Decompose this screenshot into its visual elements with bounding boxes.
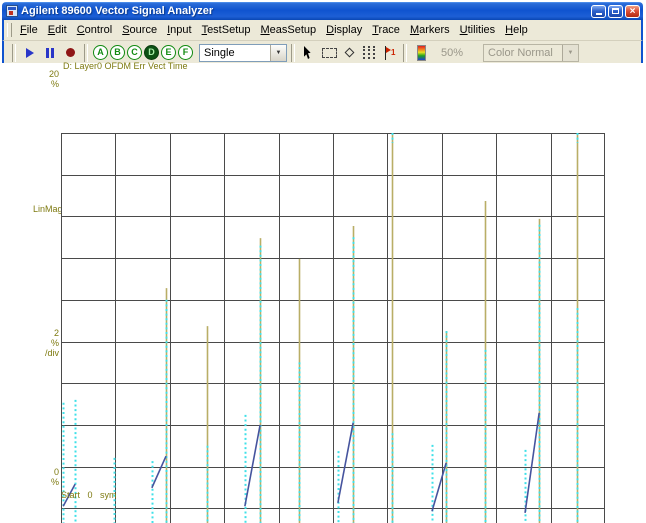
trace-register-d[interactable]: D	[144, 45, 159, 60]
y-scale-unit: %	[50, 338, 59, 348]
menu-source[interactable]: Source	[117, 22, 162, 38]
maximize-icon	[612, 8, 619, 14]
pointer-icon	[304, 46, 311, 59]
menu-utilities[interactable]: Utilities	[455, 22, 500, 38]
close-icon: ×	[629, 5, 636, 17]
pause-measurement-button[interactable]	[40, 43, 60, 62]
color-mode-select: Color Normal ▼	[483, 43, 579, 62]
marquee-icon	[321, 47, 337, 58]
toolbar-separator	[84, 43, 88, 62]
trace-register-f[interactable]: F	[178, 45, 193, 60]
trace-register-a[interactable]: A	[93, 45, 108, 60]
menu-gripper	[7, 23, 12, 37]
app-window: Agilent 89600 Vector Signal Analyzer × F…	[2, 2, 643, 65]
record-button[interactable]	[60, 43, 80, 62]
marquee-zoom-button[interactable]	[319, 43, 339, 62]
screen: Agilent 89600 Vector Signal Analyzer × F…	[0, 0, 646, 523]
maximize-button[interactable]	[608, 4, 623, 18]
app-icon	[6, 5, 18, 17]
trace-register-b[interactable]: B	[110, 45, 125, 60]
y-axis-top-unit: %	[50, 79, 59, 89]
y-axis-format-label: LinMag	[33, 204, 63, 214]
record-icon	[65, 48, 75, 57]
menu-edit[interactable]: Edit	[43, 22, 72, 38]
y-scale-value: 2	[53, 328, 59, 338]
start-measurement-button[interactable]	[20, 43, 40, 62]
menu-help[interactable]: Help	[500, 22, 533, 38]
color-scale-button[interactable]	[411, 43, 431, 62]
sweep-mode-value: Single	[204, 46, 235, 59]
chevron-down-icon: ▼	[562, 44, 578, 61]
y-axis-bottom-unit: %	[50, 477, 59, 487]
menu-trace[interactable]: Trace	[367, 22, 405, 38]
toolbar-separator	[403, 43, 407, 62]
menu-markers[interactable]: Markers	[405, 22, 455, 38]
menu-meassetup[interactable]: MeasSetup	[255, 22, 321, 38]
y-scale-per-div: /div	[44, 348, 59, 358]
chart-title: D: Layer0 OFDM Err Vect Time	[63, 61, 188, 71]
chevron-down-icon[interactable]: ▼	[270, 44, 286, 61]
marker-tool-button[interactable]: 1	[379, 43, 399, 62]
minimize-icon	[595, 13, 602, 15]
menu-display[interactable]: Display	[321, 22, 367, 38]
menu-input[interactable]: Input	[162, 22, 196, 38]
offset-lines-icon	[363, 46, 375, 59]
play-icon	[26, 47, 34, 58]
zoom-level-select: 50%	[436, 43, 478, 62]
title-bar[interactable]: Agilent 89600 Vector Signal Analyzer ×	[2, 2, 643, 20]
pointer-tool-button[interactable]	[299, 43, 319, 62]
trace-register-c[interactable]: C	[127, 45, 142, 60]
colorbar-icon	[416, 44, 426, 61]
diamond-icon	[344, 47, 354, 58]
toolbar-separator	[291, 43, 295, 62]
color-mode-value: Color Normal	[488, 46, 553, 59]
close-button[interactable]: ×	[625, 4, 640, 18]
trace-register-e[interactable]: E	[161, 45, 176, 60]
menu-testsetup[interactable]: TestSetup	[197, 22, 256, 38]
menu-file[interactable]: File	[15, 22, 43, 38]
marker-icon: 1	[382, 45, 396, 60]
y-axis-top-value: 20	[48, 69, 59, 79]
diamond-marker-button[interactable]	[339, 43, 359, 62]
zoom-level-value: 50%	[441, 46, 464, 59]
y-axis-bottom-value: 0	[53, 467, 59, 477]
window-title: Agilent 89600 Vector Signal Analyzer	[21, 5, 214, 17]
plot-svg[interactable]	[61, 133, 605, 523]
menu-control[interactable]: Control	[72, 22, 117, 38]
x-axis-start-label: Start 0 sym	[61, 490, 117, 500]
minimize-button[interactable]	[591, 4, 606, 18]
chart-client-area: D: Layer0 OFDM Err Vect Time 20 % LinMag…	[0, 61, 646, 523]
offset-lines-button[interactable]	[359, 43, 379, 62]
window-controls: ×	[591, 4, 640, 18]
pause-icon	[46, 47, 54, 58]
sweep-mode-select[interactable]: Single ▼	[199, 43, 287, 62]
toolbar-separator	[12, 43, 16, 62]
menu-bar: File Edit Control Source Input TestSetup…	[2, 20, 643, 41]
